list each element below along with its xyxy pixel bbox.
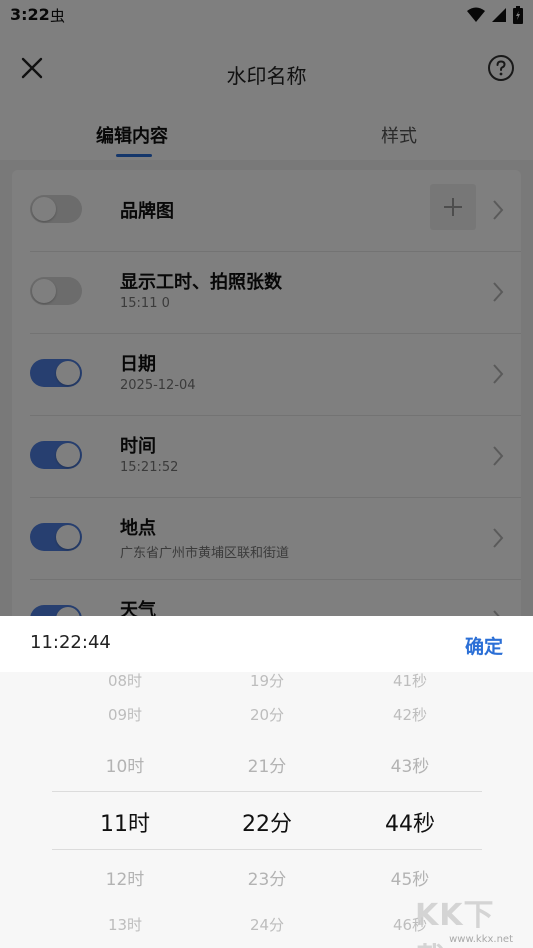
minute-option[interactable]: 19分 <box>187 672 347 691</box>
picker-current-value: 11:22:44 <box>30 632 111 653</box>
hour-option[interactable]: 10时 <box>45 752 205 777</box>
minute-option[interactable]: 24分 <box>187 914 347 935</box>
minute-option[interactable]: 20分 <box>187 704 347 725</box>
second-option[interactable]: 43秒 <box>330 752 490 777</box>
minute-option-selected[interactable]: 22分 <box>187 806 347 838</box>
second-option-selected[interactable]: 44秒 <box>330 806 490 838</box>
second-option[interactable]: 42秒 <box>330 704 490 725</box>
hour-option[interactable]: 09时 <box>45 704 205 725</box>
time-picker-header: 11:22:44 确定 <box>0 616 533 672</box>
watermark-url: www.kkx.net <box>449 934 513 945</box>
second-option[interactable]: 45秒 <box>330 865 490 890</box>
minute-option[interactable]: 23分 <box>187 865 347 890</box>
second-option[interactable]: 41秒 <box>330 672 490 691</box>
hour-option-selected[interactable]: 11时 <box>45 806 205 838</box>
minute-wheel[interactable]: 19分 20分 21分 22分 23分 24分 <box>187 672 347 948</box>
hour-option[interactable]: 13时 <box>45 914 205 935</box>
hour-wheel[interactable]: 08时 09时 10时 11时 12时 13时 <box>45 672 205 948</box>
site-watermark: KK下载 www.kkx.net <box>415 890 527 948</box>
minute-option[interactable]: 21分 <box>187 752 347 777</box>
hour-option[interactable]: 12时 <box>45 865 205 890</box>
confirm-button[interactable]: 确定 <box>465 632 503 659</box>
hour-option[interactable]: 08时 <box>45 672 205 691</box>
